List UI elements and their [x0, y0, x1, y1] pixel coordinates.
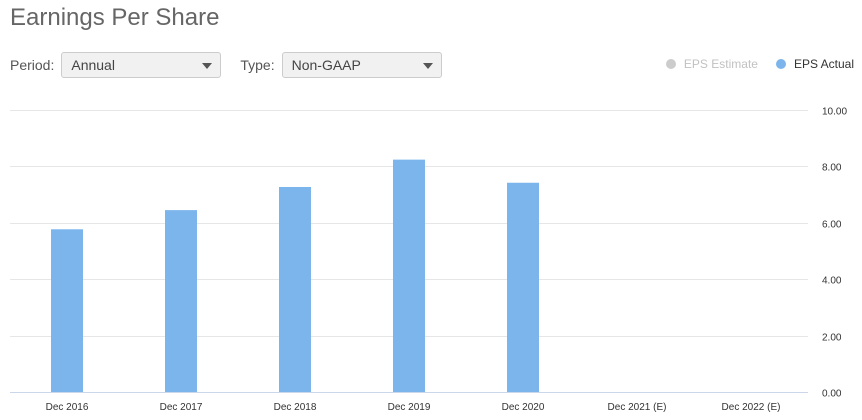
bar: [279, 186, 311, 392]
x-tick-label: Dec 2020: [502, 402, 545, 413]
x-tick-label: Dec 2019: [388, 402, 431, 413]
y-tick-label: 4.00: [822, 276, 842, 287]
y-tick-label: 0.00: [822, 389, 842, 400]
bar: [51, 229, 83, 392]
x-tick-label: Dec 2021 (E): [608, 402, 667, 413]
x-tick-label: Dec 2022 (E): [722, 402, 781, 413]
y-tick-label: 2.00: [822, 333, 842, 344]
y-tick-label: 10.00: [822, 107, 847, 118]
x-tick-label: Dec 2016: [46, 402, 89, 413]
bar: [393, 159, 425, 392]
bar: [165, 210, 197, 392]
y-tick-label: 6.00: [822, 220, 842, 231]
eps-bar-chart: 0.00 2.00 4.00 6.00 8.00 10.00 Dec 2016 Dec 201…: [10, 107, 847, 413]
x-tick-label: Dec 2018: [274, 402, 317, 413]
bar: [507, 182, 539, 392]
y-tick-label: 8.00: [822, 163, 842, 174]
x-tick-label: Dec 2017: [160, 402, 203, 413]
